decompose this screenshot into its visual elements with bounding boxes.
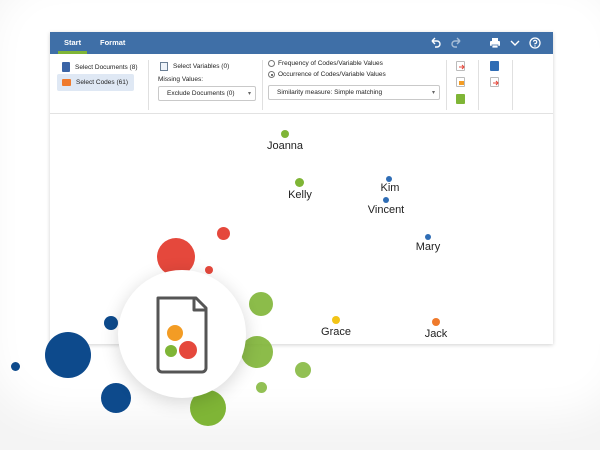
radio-occurrence-label: Occurrence of Codes/Variable Values [278, 71, 386, 78]
chart-export-icon[interactable] [456, 77, 465, 87]
map-label: Kim [380, 182, 400, 194]
tab-format[interactable]: Format [96, 32, 129, 54]
help-icon[interactable] [528, 36, 542, 50]
app-logo-badge [118, 270, 246, 398]
map-point[interactable] [281, 130, 289, 138]
chevron-down-icon[interactable] [508, 36, 522, 50]
similarity-measure-value: Similarity measure: Simple matching [277, 89, 383, 96]
radio-button-icon [268, 60, 275, 67]
undo-icon[interactable] [428, 36, 442, 50]
export-icon[interactable] [456, 61, 465, 71]
divider [262, 60, 263, 110]
radio-button-checked-icon [268, 71, 275, 78]
decor-bubble [217, 227, 230, 240]
map-label: Joanna [266, 140, 304, 152]
print-icon[interactable] [488, 36, 502, 50]
codes-icon [62, 79, 71, 86]
map-point[interactable] [432, 318, 440, 326]
chevron-down-icon: ▾ [431, 90, 435, 96]
map-label: Kelly [288, 189, 312, 201]
select-variables-button[interactable]: Select Variables (0) [160, 62, 229, 71]
chevron-down-icon: ▾ [247, 91, 251, 97]
radio-frequency[interactable]: Frequency of Codes/Variable Values [268, 60, 383, 67]
map-point[interactable] [332, 316, 340, 324]
divider [148, 60, 149, 110]
ribbon-tab-bar: Start Format [50, 32, 553, 54]
variables-icon [160, 62, 168, 71]
select-codes-button[interactable]: Select Codes (61) [57, 74, 134, 91]
camera-icon[interactable] [490, 61, 499, 71]
divider [478, 60, 479, 110]
similarity-measure-dropdown[interactable]: Similarity measure: Simple matching ▾ [268, 85, 440, 100]
select-documents-button[interactable]: Select Documents (8) [62, 62, 138, 72]
decor-bubble [11, 362, 20, 371]
ribbon: Select Documents (8) Select Codes (61) S… [50, 54, 553, 114]
excel-export-icon[interactable] [456, 94, 465, 104]
select-variables-label: Select Variables (0) [173, 63, 230, 70]
document-map-icon [156, 296, 208, 374]
map-label: Mary [415, 241, 441, 253]
tab-start[interactable]: Start [58, 32, 88, 54]
radio-frequency-label: Frequency of Codes/Variable Values [278, 60, 383, 67]
missing-values-dropdown[interactable]: Exclude Documents (0) ▾ [158, 86, 256, 101]
missing-values-label: Missing Values: [158, 76, 204, 83]
map-label: Grace [321, 326, 351, 338]
radio-occurrence[interactable]: Occurrence of Codes/Variable Values [268, 71, 386, 78]
divider [446, 60, 447, 110]
decor-bubble [295, 362, 311, 378]
divider [512, 60, 513, 110]
documents-icon [62, 62, 70, 72]
map-label: Vincent [367, 204, 405, 216]
redo-icon[interactable] [450, 36, 464, 50]
decor-bubble [104, 316, 118, 330]
select-codes-label: Select Codes (61) [76, 79, 129, 86]
export-icon[interactable] [490, 77, 499, 87]
map-point[interactable] [383, 197, 389, 203]
map-label: Jack [424, 328, 448, 340]
decor-bubble [45, 332, 91, 378]
select-documents-label: Select Documents (8) [75, 63, 138, 71]
missing-values-value: Exclude Documents (0) [167, 90, 235, 97]
map-point[interactable] [295, 178, 304, 187]
map-point[interactable] [425, 234, 431, 240]
decor-bubble [249, 292, 273, 316]
decor-bubble [256, 382, 267, 393]
